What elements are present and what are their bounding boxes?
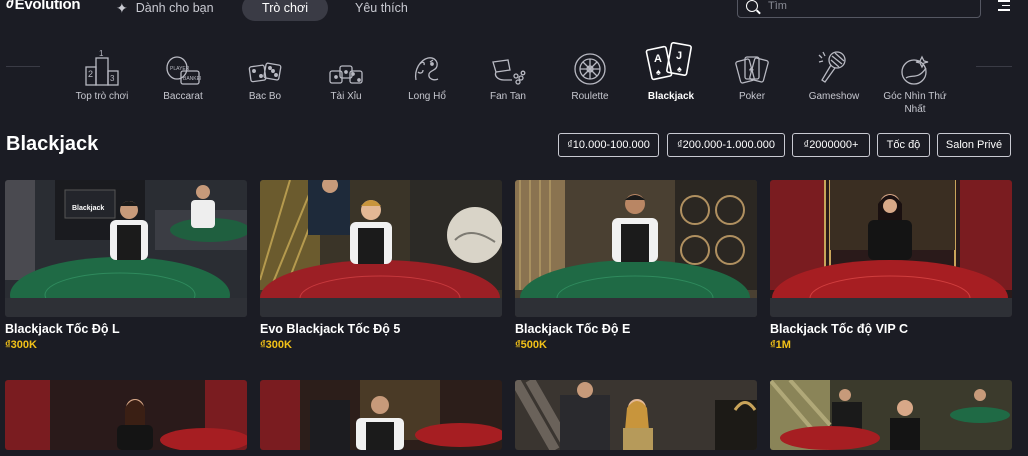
category-label: Góc Nhìn Thứ Nhất [883, 91, 947, 115]
fan-tan-icon [490, 48, 526, 86]
game-card[interactable] [770, 380, 1012, 450]
svg-text:PLAYER: PLAYER [170, 66, 190, 72]
category-roulette[interactable]: Roulette [549, 48, 631, 103]
game-title: Blackjack Tốc Độ L [5, 322, 120, 336]
category-blackjack[interactable]: A J ♠ ♠ Blackjack [630, 42, 712, 103]
first-person-icon [898, 48, 932, 86]
category-gameshow[interactable]: Gameshow [793, 48, 875, 103]
category-label: Long Hổ [408, 91, 446, 102]
game-min-bet: ₫1M [770, 339, 791, 351]
game-card[interactable]: Blackjack Tốc độ VIP C ₫1M [770, 180, 1012, 351]
game-min-bet: ₫500K [515, 339, 547, 351]
dragon-tiger-icon [410, 48, 444, 86]
logo-text: Evolution [14, 0, 81, 13]
game-thumbnail[interactable] [515, 180, 757, 317]
evolution-logo-mark-icon: ∂ [6, 0, 14, 12]
top-bar: ∂ Evolution ✦ Dành cho bạn Trò chơi Yêu … [0, 0, 1028, 22]
category-baccarat[interactable]: PLAYER BANKER Baccarat [142, 48, 224, 103]
microphone-icon [817, 48, 851, 86]
filter-bet-200k-1m[interactable]: ₫200.000-1.000.000 [667, 133, 785, 157]
dice-pair-icon [248, 48, 282, 86]
category-label: Roulette [571, 91, 609, 102]
filter-salon-prive[interactable]: Salon Privé [937, 133, 1011, 157]
tab-favorites-label: Yêu thích [355, 1, 408, 15]
category-label: Blackjack [647, 91, 695, 102]
search-input[interactable] [768, 0, 958, 12]
svg-text:J: J [676, 50, 682, 62]
poker-cards-icon: ♠ [735, 48, 769, 86]
game-thumbnail[interactable] [515, 380, 757, 450]
category-bac-bo[interactable]: Bac Bo [224, 48, 306, 103]
category-divider-right [976, 66, 1012, 67]
category-first-person[interactable]: Góc Nhìn Thứ Nhất [874, 48, 956, 116]
tab-favorites[interactable]: Yêu thích [355, 0, 408, 20]
category-label: Poker [738, 91, 766, 102]
filter-bet-10k-100k[interactable]: ₫10.000-100.000 [558, 133, 659, 157]
svg-text:3: 3 [110, 74, 115, 83]
filter-bet-2m-plus[interactable]: ₫2000000+ [792, 133, 870, 157]
filter-speed[interactable]: Tốc độ [877, 133, 930, 157]
category-top-games[interactable]: 1 2 3 Top trò chơi [61, 48, 143, 103]
game-card[interactable] [5, 380, 247, 450]
tab-games[interactable]: Trò chơi [242, 0, 328, 21]
tab-for-you[interactable]: ✦ Dành cho bạn [116, 0, 214, 20]
svg-text:♠: ♠ [656, 67, 661, 77]
game-card[interactable] [515, 380, 757, 450]
tab-for-you-label: Dành cho bạn [135, 1, 214, 15]
game-thumbnail[interactable] [5, 380, 247, 450]
game-card[interactable] [260, 380, 502, 450]
category-label: Fan Tan [490, 91, 526, 102]
baccarat-cards-icon: PLAYER BANKER [165, 48, 201, 86]
game-card[interactable]: Blackjack Blackjack Tốc Độ L ₫300K [5, 180, 247, 351]
game-min-bet: ₫300K [260, 339, 292, 351]
game-min-bet: ₫300K [5, 339, 37, 351]
category-long-ho[interactable]: Long Hổ [386, 48, 468, 103]
game-thumbnail[interactable]: Blackjack [5, 180, 247, 317]
search-box[interactable] [737, 0, 981, 18]
category-label: Bac Bo [248, 91, 282, 102]
menu-icon[interactable] [996, 0, 1010, 11]
game-title: Blackjack Tốc độ VIP C [770, 322, 909, 336]
svg-text:1: 1 [99, 50, 104, 58]
category-label: Gameshow [808, 91, 860, 102]
svg-text:BANKER: BANKER [183, 76, 201, 82]
page-title: Blackjack [6, 133, 99, 155]
game-title: Blackjack Tốc Độ E [515, 322, 631, 336]
game-card[interactable]: Blackjack Tốc Độ E ₫500K [515, 180, 757, 351]
category-fan-tan[interactable]: Fan Tan [467, 48, 549, 103]
blackjack-cards-icon: A J ♠ ♠ [645, 42, 697, 86]
category-label: Top trò chơi [75, 91, 129, 102]
game-card[interactable]: Evo Blackjack Tốc Độ 5 ₫300K [260, 180, 502, 351]
game-thumbnail[interactable] [260, 180, 502, 317]
roulette-wheel-icon [573, 48, 607, 86]
tab-games-label: Trò chơi [262, 1, 308, 15]
svg-text:Blackjack: Blackjack [72, 205, 104, 212]
podium-icon: 1 2 3 [85, 48, 119, 86]
svg-text:♠: ♠ [749, 64, 754, 74]
sparkle-icon: ✦ [116, 0, 128, 16]
svg-text:A: A [654, 53, 662, 65]
game-thumbnail[interactable] [770, 380, 1012, 450]
category-label: Baccarat [163, 91, 203, 102]
category-label: Tài Xỉu [330, 91, 362, 102]
game-title: Evo Blackjack Tốc Độ 5 [260, 322, 401, 336]
evolution-logo[interactable]: ∂ Evolution [6, 0, 81, 13]
category-tai-xiu[interactable]: Tài Xỉu [305, 48, 387, 103]
svg-text:2: 2 [88, 69, 93, 79]
dice-triple-icon [329, 48, 363, 86]
category-poker[interactable]: ♠ Poker [711, 48, 793, 103]
game-thumbnail[interactable] [260, 380, 502, 450]
category-divider-left [6, 66, 40, 67]
svg-text:♠: ♠ [677, 64, 682, 74]
game-thumbnail[interactable] [770, 180, 1012, 317]
search-icon [746, 0, 758, 12]
